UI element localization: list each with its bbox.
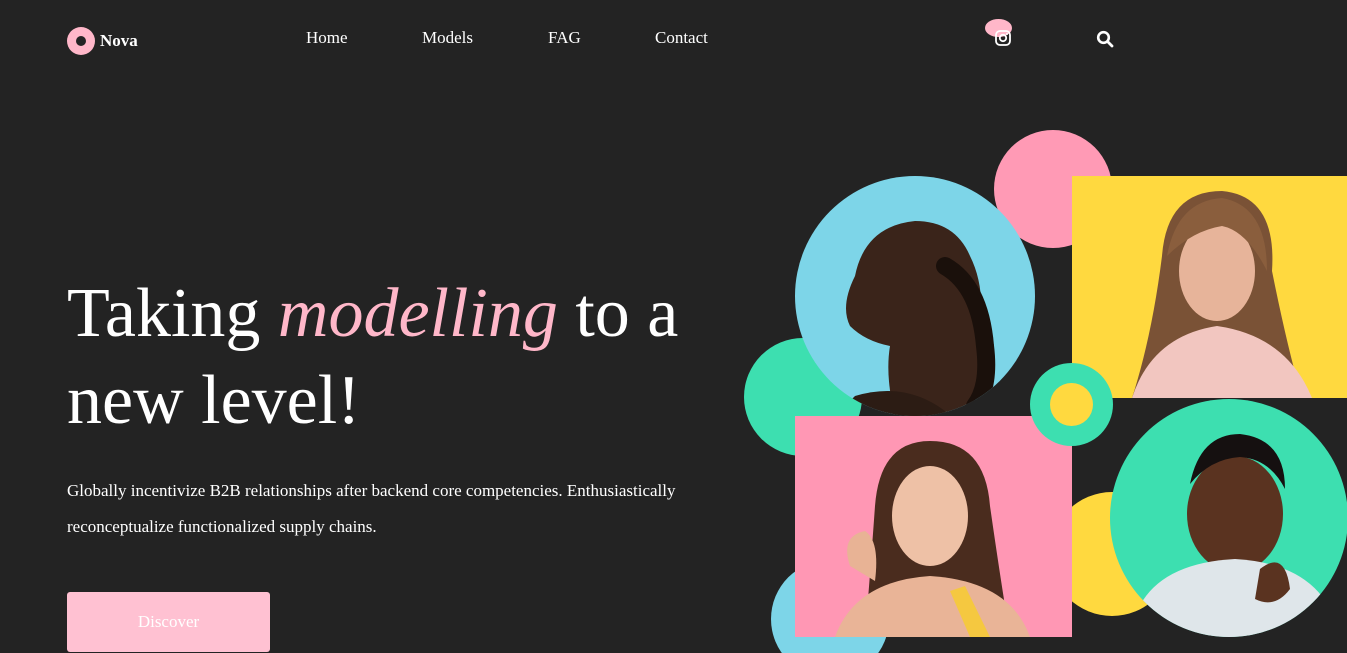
search-icon[interactable]	[1096, 30, 1114, 48]
model-photo-surprised	[1072, 176, 1347, 398]
discover-button[interactable]: Discover	[67, 592, 270, 652]
model-silhouette-laughing	[1130, 434, 1340, 637]
brand-name: Nova	[100, 31, 138, 50]
decor-ring	[1030, 363, 1113, 446]
model-silhouette-smiling	[835, 441, 1030, 637]
hero-headline: Taking modelling to a new level!	[67, 270, 767, 444]
model-photo-laughing	[1110, 399, 1347, 637]
model-silhouette-profile	[835, 221, 996, 416]
hero-description: Globally incentivize B2B relationships a…	[67, 481, 676, 536]
instagram-link[interactable]	[985, 19, 1013, 49]
decor-ring-center	[1050, 383, 1093, 426]
model-silhouette-surprised	[1132, 191, 1312, 398]
nav-link-models[interactable]: Models	[422, 28, 473, 48]
model-photo-smiling	[795, 416, 1072, 637]
nav-link-fag[interactable]: FAG	[548, 28, 581, 48]
nav-link-home[interactable]: Home	[306, 28, 348, 48]
logo-ring-icon	[67, 27, 95, 55]
headline-accent: modelling	[277, 275, 558, 352]
nav-link-contact[interactable]: Contact	[655, 28, 708, 48]
instagram-icon	[995, 30, 1011, 46]
brand-logo[interactable]: Nova	[67, 27, 138, 55]
headline-text-start: Taking	[67, 275, 278, 352]
model-photo-profile	[795, 176, 1035, 416]
